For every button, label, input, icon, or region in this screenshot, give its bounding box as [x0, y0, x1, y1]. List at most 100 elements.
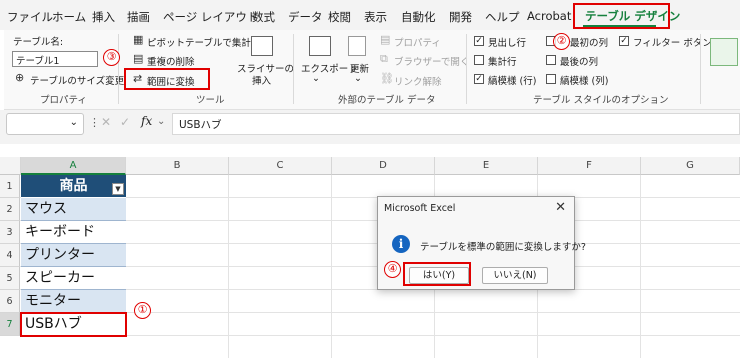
group-label-external: 外部のテーブル データ: [338, 95, 436, 106]
open-in-browser-button[interactable]: ブラウザーで開く: [394, 54, 469, 68]
total-row-label: 集計行: [488, 57, 517, 68]
tab-data[interactable]: データ: [288, 9, 323, 25]
column-header-a[interactable]: A: [21, 157, 126, 175]
browser-icon: ⧉: [380, 52, 388, 65]
ribbon-separator: [466, 34, 467, 104]
chevron-down-icon: ⌄: [312, 73, 320, 84]
tab-insert[interactable]: 挿入: [92, 9, 115, 25]
chevron-down-icon: ⌄: [354, 73, 362, 84]
table-cell[interactable]: スピーカー: [21, 267, 126, 290]
annotation-box-yes: [403, 262, 471, 286]
table-name-label: テーブル名:: [13, 37, 64, 48]
row-header-6[interactable]: 6: [0, 290, 20, 313]
row-header-4[interactable]: 4: [0, 244, 20, 267]
summarize-pivot-button[interactable]: ピボットテーブルで集計: [147, 35, 251, 49]
banded-rows-label: 縞模様 (行): [488, 76, 537, 87]
column-header-g[interactable]: G: [641, 157, 740, 175]
resize-table-icon: ⊕: [15, 71, 25, 84]
filter-button-checkbox[interactable]: ✓: [619, 36, 629, 46]
annotation-box-selected-cell: [20, 312, 127, 337]
tab-help[interactable]: ヘルプ: [485, 9, 520, 25]
remove-duplicates-icon: ▤: [133, 52, 144, 65]
row-header-1[interactable]: 1: [0, 175, 20, 198]
no-button[interactable]: いいえ(N): [482, 267, 548, 284]
unlink-icon: ⛓: [380, 72, 394, 85]
tab-formulas[interactable]: 数式: [252, 9, 275, 25]
annotation-number-2: ②: [553, 33, 570, 50]
group-label-style-options: テーブル スタイルのオプション: [533, 95, 669, 106]
column-header-b[interactable]: B: [126, 157, 229, 175]
tab-page-layout[interactable]: ページ レイアウト: [163, 9, 258, 25]
row-header-5[interactable]: 5: [0, 267, 20, 290]
tab-home[interactable]: ホーム: [52, 9, 86, 25]
banded-rows-checkbox[interactable]: ✓: [474, 74, 484, 84]
table-name-input[interactable]: テーブル1: [12, 51, 98, 67]
banded-columns-label: 縞模様 (列): [560, 76, 609, 87]
table-cell[interactable]: プリンター: [21, 244, 126, 267]
annotation-number-3: ③: [103, 49, 120, 66]
gridline: [331, 175, 332, 358]
refresh-icon: [348, 36, 366, 56]
header-row-checkbox[interactable]: ✓: [474, 36, 484, 46]
gridline: [640, 175, 641, 358]
annotation-box-convert: [124, 68, 210, 90]
group-label-tools: ツール: [196, 95, 225, 106]
ribbon-separator: [700, 34, 701, 104]
insert-slicer-label: 挿入: [252, 76, 272, 87]
export-icon: [309, 36, 331, 56]
more-options-icon: ⋮: [89, 116, 100, 129]
total-row-checkbox[interactable]: [474, 55, 484, 65]
column-header-e[interactable]: E: [435, 157, 538, 175]
remove-duplicates-button[interactable]: 重複の削除: [147, 54, 195, 68]
dialog-message: テーブルを標準の範囲に変換しますか?: [420, 242, 586, 253]
annotation-box-table-design: [573, 3, 670, 29]
last-column-label: 最後の列: [560, 57, 599, 68]
column-header-f[interactable]: F: [538, 157, 641, 175]
first-column-label: 最初の列: [570, 38, 609, 49]
annotation-number-4: ④: [384, 261, 401, 278]
select-all-corner[interactable]: [0, 157, 21, 175]
header-row-label: 見出し行: [488, 38, 527, 49]
table-cell[interactable]: キーボード: [21, 221, 126, 244]
chevron-down-icon[interactable]: ⌄: [70, 117, 78, 128]
row-header-3[interactable]: 3: [0, 221, 20, 244]
last-column-checkbox[interactable]: [546, 55, 556, 65]
formula-input[interactable]: USBハブ: [172, 113, 740, 135]
dialog-title: Microsoft Excel: [384, 203, 456, 214]
resize-table-button[interactable]: テーブルのサイズ変更: [30, 73, 124, 87]
banded-columns-checkbox[interactable]: [546, 74, 556, 84]
table-cell[interactable]: モニター: [21, 290, 126, 313]
ribbon-separator: [293, 34, 294, 104]
row-header-2[interactable]: 2: [0, 198, 20, 221]
tab-file[interactable]: ファイル: [7, 9, 53, 25]
tab-view[interactable]: 表示: [364, 9, 387, 25]
enter-icon[interactable]: ✓: [120, 115, 130, 129]
table-style-gallery-icon[interactable]: [710, 38, 738, 66]
close-icon[interactable]: ✕: [555, 200, 566, 215]
external-properties-button[interactable]: プロパティ: [394, 35, 441, 49]
column-header-d[interactable]: D: [332, 157, 435, 175]
row-header-7[interactable]: 7: [0, 313, 20, 336]
info-icon: i: [392, 235, 410, 253]
filter-dropdown-icon[interactable]: ▼: [112, 183, 124, 195]
gridline: [228, 175, 229, 358]
tab-review[interactable]: 校閲: [328, 9, 351, 25]
cancel-icon[interactable]: ✕: [101, 115, 111, 129]
tab-automate[interactable]: 自動化: [401, 9, 436, 25]
ribbon-separator: [118, 34, 119, 104]
chevron-down-icon[interactable]: ⌄: [157, 116, 165, 127]
table-header-cell[interactable]: 商品: [21, 175, 126, 198]
unlink-button[interactable]: リンク解除: [394, 74, 442, 88]
tab-developer[interactable]: 開発: [449, 9, 472, 25]
properties-icon: ▤: [380, 33, 391, 46]
tab-draw[interactable]: 描画: [127, 9, 150, 25]
group-label-properties: プロパティ: [40, 95, 87, 106]
name-box[interactable]: ⌄: [6, 113, 84, 135]
table-cell[interactable]: マウス: [21, 198, 126, 221]
pivot-table-icon: ▦: [133, 33, 144, 46]
insert-function-icon[interactable]: fx: [141, 114, 152, 128]
gridline: [20, 312, 740, 313]
gridline: [20, 335, 740, 336]
column-header-c[interactable]: C: [229, 157, 332, 175]
tab-acrobat[interactable]: Acrobat: [527, 9, 571, 23]
